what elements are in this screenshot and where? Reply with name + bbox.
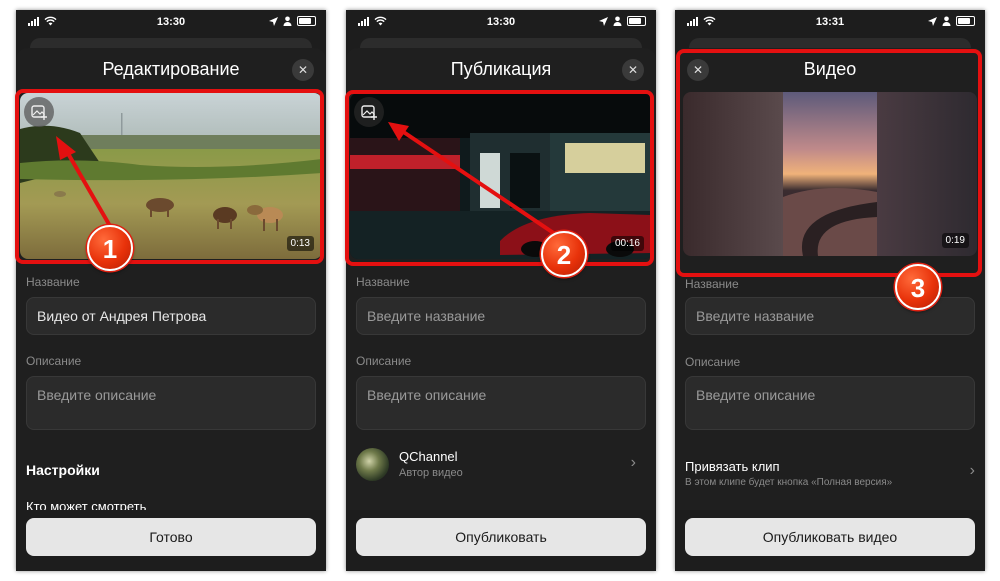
step-badge-1: 1 [87,225,133,271]
arrow-1-head [56,136,76,160]
annotation-arrows [56,122,560,238]
step-badge-3: 3 [895,264,941,310]
arrow-1-shaft [64,148,112,228]
arrow-2-shaft [400,129,560,238]
step-badge-2: 2 [541,231,587,277]
